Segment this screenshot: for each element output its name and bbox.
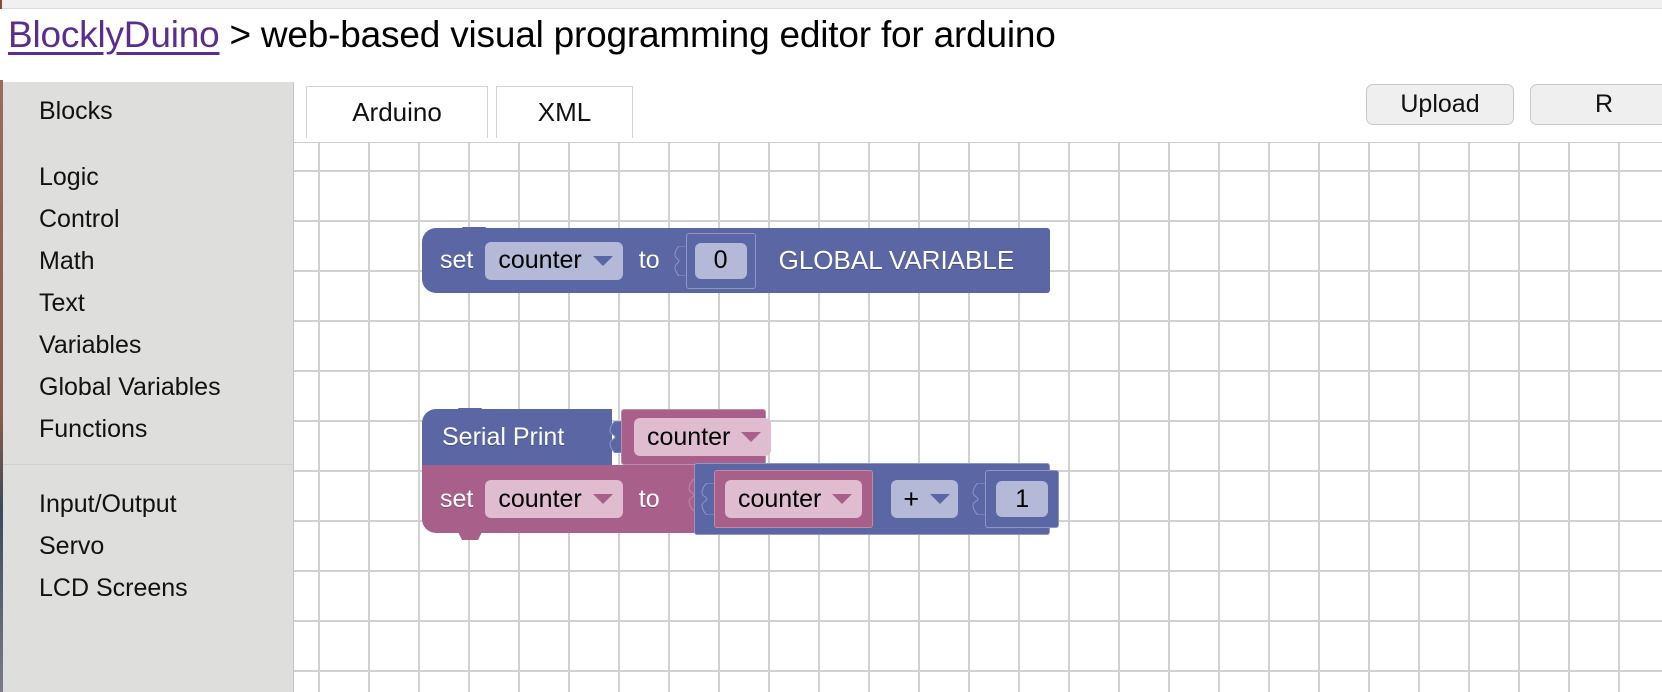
toolbox-item-control[interactable]: Control — [3, 198, 293, 240]
toolbox-item-logic[interactable]: Logic — [3, 156, 293, 198]
block-set-label: set — [440, 484, 474, 513]
page-title: BlocklyDuino > web-based visual programm… — [8, 10, 1056, 60]
blocks-toolbox: Blocks Logic Control Math Text Variables… — [3, 82, 294, 692]
page-tagline: web-based visual programming editor for … — [260, 14, 1056, 55]
chevron-down-icon — [741, 432, 762, 442]
block-math-number-one[interactable]: 1 — [985, 470, 1060, 528]
block-variables-get-left-operand[interactable]: counter — [714, 470, 874, 528]
number-field-one[interactable]: 1 — [996, 481, 1049, 517]
block-math-number-zero[interactable]: 0 — [685, 232, 756, 289]
upload-button[interactable]: Upload — [1366, 84, 1514, 125]
toolbox-item-functions[interactable]: Functions — [3, 408, 293, 450]
blockly-workspace[interactable]: set counter to 0 GLOBAL VARIABLE Serial … — [294, 143, 1662, 692]
block-to-label: to — [638, 246, 660, 274]
title-separator: > — [229, 14, 251, 55]
operator-value: + — [903, 483, 920, 514]
chevron-down-icon — [592, 255, 613, 266]
toolbox-group-core: Logic Control Math Text Variables Global… — [3, 140, 293, 450]
chevron-down-icon — [592, 494, 613, 504]
toolbox-item-text[interactable]: Text — [3, 282, 293, 324]
toolbox-item-global-variables[interactable]: Global Variables — [3, 366, 293, 408]
variable-dropdown-value: counter — [498, 484, 582, 513]
puzzle-tab-icon — [674, 245, 687, 276]
stack-notch-bottom-icon — [452, 532, 488, 540]
block-variables-set-increment[interactable]: set counter to — [422, 465, 694, 540]
toolbox-group-hardware: Input/Output Servo LCD Screens — [3, 464, 293, 609]
blocklyduino-app: BlocklyDuino > web-based visual programm… — [0, 0, 1662, 692]
variable-dropdown-counter[interactable]: counter — [485, 241, 623, 280]
variable-dropdown-value: counter — [738, 484, 822, 513]
toolbox-item-input-output[interactable]: Input/Output — [3, 483, 293, 525]
stack-notch-top-icon — [452, 408, 488, 416]
chevron-down-icon — [930, 494, 951, 504]
variable-dropdown-value: counter — [498, 246, 582, 274]
toolbox-item-servo[interactable]: Servo — [3, 525, 293, 567]
serial-print-label: Serial Print — [442, 422, 565, 451]
variable-dropdown-counter-arg[interactable]: counter — [634, 418, 772, 456]
block-global-variable-set[interactable]: set counter to 0 GLOBAL VARIABLE — [422, 227, 1050, 293]
toolbox-header: Blocks — [39, 96, 113, 125]
value-input-socket: 0 — [674, 232, 757, 289]
variable-dropdown-counter-operand[interactable]: counter — [725, 480, 863, 518]
block-math-arithmetic[interactable]: counter + 1 — [694, 463, 1060, 535]
window-chrome-strip — [0, 0, 1662, 9]
toolbox-item-math[interactable]: Math — [3, 240, 293, 282]
stack-notch-top-icon — [456, 227, 492, 235]
toolbox-item-lcd-screens[interactable]: LCD Screens — [3, 567, 293, 609]
tab-arduino[interactable]: Arduino — [306, 86, 488, 138]
block-to-label: to — [638, 484, 660, 513]
brand-link[interactable]: BlocklyDuino — [8, 14, 220, 56]
block-set-label: set — [440, 246, 474, 274]
tab-xml[interactable]: XML — [496, 86, 633, 138]
chevron-down-icon — [832, 494, 853, 504]
variable-dropdown-counter-target[interactable]: counter — [485, 480, 623, 518]
block-variables-get-serial-arg[interactable]: counter — [621, 409, 772, 465]
block-serial-print[interactable]: Serial Print — [422, 408, 612, 472]
reset-button[interactable]: R — [1530, 84, 1662, 125]
variable-dropdown-value: counter — [647, 422, 731, 451]
number-field-zero[interactable]: 0 — [694, 242, 747, 279]
toolbox-item-variables[interactable]: Variables — [3, 324, 293, 366]
operator-dropdown[interactable]: + — [891, 480, 959, 518]
block-trailing-label: GLOBAL VARIABLE — [778, 245, 1015, 275]
window-left-edge — [0, 0, 2, 9]
